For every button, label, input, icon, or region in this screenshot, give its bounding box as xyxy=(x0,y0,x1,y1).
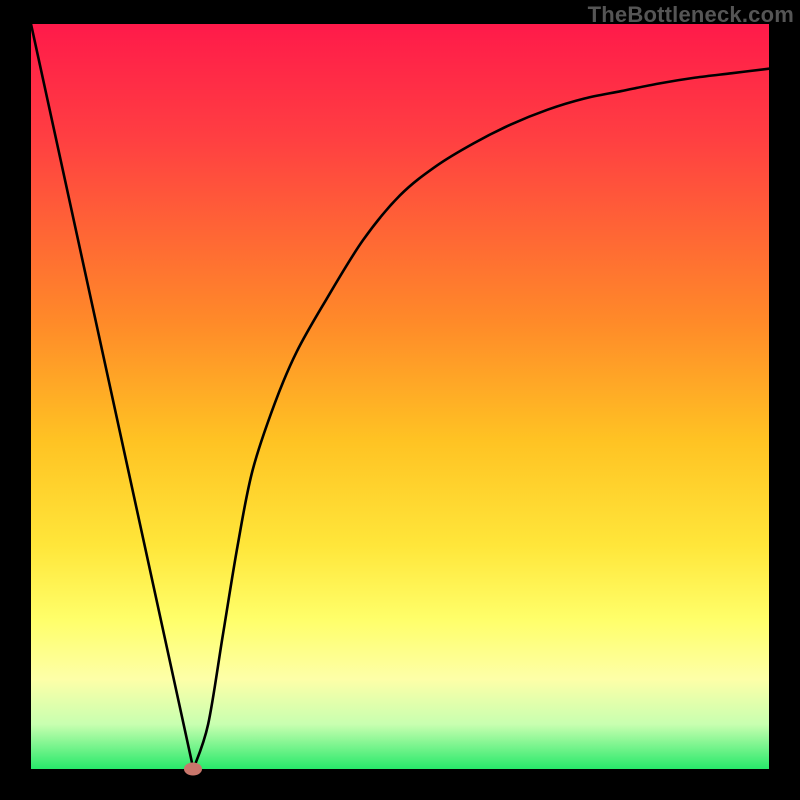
minimum-marker xyxy=(184,763,202,776)
bottleneck-curve xyxy=(31,24,769,769)
chart-frame: TheBottleneck.com xyxy=(0,0,800,800)
plot-area xyxy=(31,24,769,769)
watermark-label: TheBottleneck.com xyxy=(588,2,794,28)
